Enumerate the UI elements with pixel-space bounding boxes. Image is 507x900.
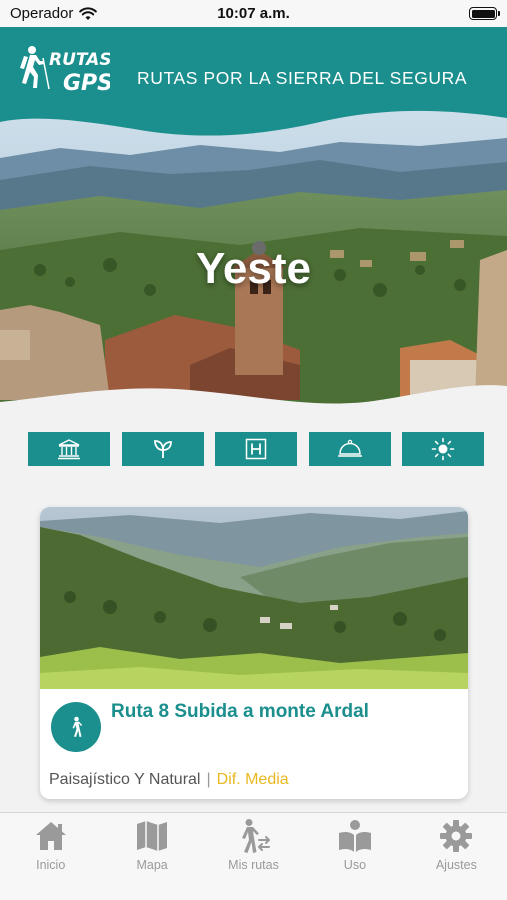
- carrier-label: Operador: [10, 5, 74, 22]
- book-icon: [338, 820, 371, 852]
- route-meta: Paisajístico Y Natural | Dif. Media: [49, 771, 289, 789]
- category-hotels-button[interactable]: [215, 432, 297, 466]
- sun-icon: [431, 437, 455, 461]
- meta-separator: |: [206, 771, 211, 788]
- hiker-icon: [72, 716, 83, 737]
- monument-icon: [58, 439, 80, 460]
- route-title: Ruta 8 Subida a monte Ardal: [111, 701, 369, 722]
- tab-label: Uso: [343, 858, 367, 872]
- category-restaurants-button[interactable]: [308, 432, 391, 466]
- town-name: Yeste: [196, 244, 311, 293]
- svg-text:RUTAS: RUTAS: [49, 50, 110, 70]
- tab-ajustes[interactable]: Ajustes: [406, 813, 507, 900]
- home-icon: [35, 822, 66, 850]
- bottom-tab-bar: Inicio Mapa Mis rutas Uso Ajustes: [0, 812, 507, 900]
- svg-text:GPS: GPS: [63, 71, 110, 96]
- category-monuments-button[interactable]: [28, 432, 110, 466]
- category-activities-button[interactable]: [402, 432, 484, 466]
- tab-inicio[interactable]: Inicio: [0, 813, 101, 900]
- hiker-badge: [51, 702, 101, 752]
- hero-banner: Yeste: [0, 100, 507, 420]
- wifi-icon: [79, 6, 98, 20]
- map-icon: [137, 821, 168, 851]
- category-bar: [28, 432, 484, 466]
- tab-mis-rutas[interactable]: Mis rutas: [203, 813, 304, 900]
- status-bar: Operador 10:07 a.m.: [0, 0, 507, 27]
- tab-label: Mapa: [136, 858, 168, 872]
- my-routes-icon: [241, 819, 270, 853]
- tab-label: Ajustes: [435, 858, 477, 872]
- category-nature-button[interactable]: [121, 432, 204, 466]
- status-left: Operador: [10, 5, 98, 22]
- tab-label: Mis rutas: [228, 858, 279, 872]
- tab-label: Inicio: [36, 858, 66, 872]
- hotel-icon: [245, 438, 267, 460]
- app-title: RUTAS POR LA SIERRA DEL SEGURA: [137, 68, 468, 88]
- gear-icon: [440, 820, 473, 852]
- route-photo: [40, 507, 468, 689]
- restaurant-cloche-icon: [337, 439, 362, 457]
- battery-icon: [469, 7, 500, 20]
- route-card[interactable]: Ruta 8 Subida a monte Ardal Paisajístico…: [40, 507, 468, 799]
- rutas-gps-logo[interactable]: RUTAS GPS: [18, 43, 110, 99]
- route-difficulty: Dif. Media: [216, 771, 289, 788]
- route-category: Paisajístico Y Natural: [49, 771, 201, 788]
- tab-uso[interactable]: Uso: [304, 813, 405, 900]
- tab-mapa[interactable]: Mapa: [101, 813, 202, 900]
- leaf-icon: [153, 440, 172, 458]
